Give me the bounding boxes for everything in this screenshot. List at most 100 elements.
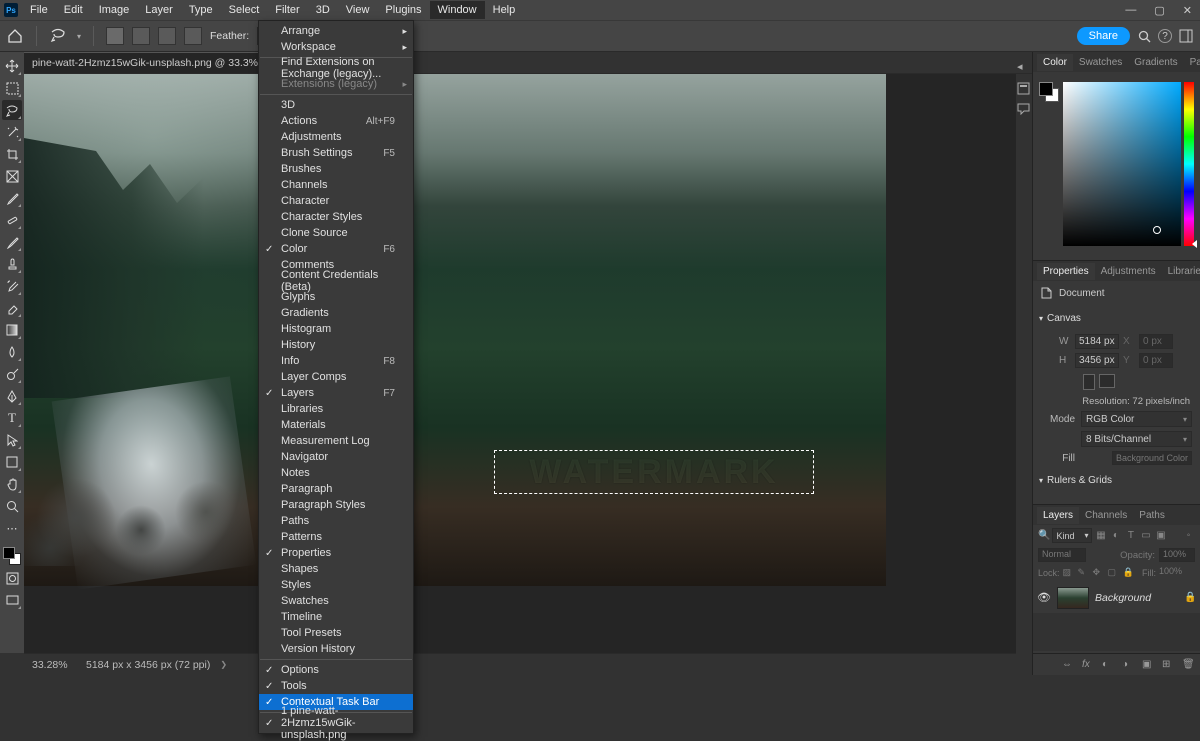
menu-tool-presets[interactable]: Tool Presets [259,625,413,641]
menu-content-credentials-beta-[interactable]: Content Credentials (Beta) [259,273,413,289]
menu-patterns[interactable]: Patterns [259,529,413,545]
landscape-button[interactable] [1099,374,1115,388]
tab-paths[interactable]: Paths [1133,507,1171,524]
menu-timeline[interactable]: Timeline [259,609,413,625]
lock-pos-icon[interactable]: ✥ [1093,567,1105,579]
height-input[interactable] [1075,353,1119,368]
search-icon[interactable] [1136,28,1152,44]
gradient-tool[interactable] [2,320,22,340]
share-button[interactable]: Share [1077,27,1130,45]
tab-gradients[interactable]: Gradients [1128,54,1183,71]
maximize-icon[interactable]: ▢ [1154,4,1164,17]
filter-type-icon[interactable]: T [1124,529,1137,542]
crop-tool[interactable] [2,144,22,164]
menu-character[interactable]: Character [259,193,413,209]
menu-navigator[interactable]: Navigator [259,449,413,465]
lasso-tool-icon[interactable] [49,26,69,46]
menu-paragraph[interactable]: Paragraph [259,481,413,497]
menu-file[interactable]: File [22,1,56,19]
brush-tool[interactable] [2,232,22,252]
comments-panel-icon[interactable] [1017,102,1031,116]
menu-filter[interactable]: Filter [267,1,307,19]
tab-adjustments[interactable]: Adjustments [1095,263,1162,280]
tab-patterns[interactable]: Patterns [1184,54,1200,71]
menu-type[interactable]: Type [181,1,221,19]
menu-clone-source[interactable]: Clone Source [259,225,413,241]
layer-thumbnail[interactable] [1057,587,1089,609]
tab-swatches[interactable]: Swatches [1073,54,1128,71]
quickmask-icon[interactable] [2,568,22,588]
fill-button[interactable]: Background Color [1112,451,1192,465]
move-tool[interactable] [2,56,22,76]
menu-plugins[interactable]: Plugins [377,1,429,19]
lock-icon[interactable]: 🔒 [1184,592,1196,604]
workspace-icon[interactable] [1178,28,1194,44]
layer-item[interactable]: 👁 Background 🔒 [1033,583,1200,613]
color-mode-select[interactable]: RGB Color▾ [1081,411,1192,427]
menu-gradients[interactable]: Gradients [259,305,413,321]
menu-help[interactable]: Help [485,1,524,19]
selection-new-button[interactable] [106,27,124,45]
menu-shapes[interactable]: Shapes [259,561,413,577]
menu-workspace[interactable]: Workspace [259,39,413,55]
menu-channels[interactable]: Channels [259,177,413,193]
status-menu-icon[interactable]: ❯ [220,660,227,669]
portrait-button[interactable] [1083,374,1095,390]
pen-tool[interactable] [2,386,22,406]
link-layers-icon[interactable]: ⇔ [1062,659,1074,671]
marquee-tool[interactable] [2,78,22,98]
lock-trans-icon[interactable]: ▨ [1063,567,1075,579]
menu-view[interactable]: View [338,1,378,19]
stamp-tool[interactable] [2,254,22,274]
filter-shape-icon[interactable]: ▭ [1139,529,1152,542]
shape-tool[interactable] [2,452,22,472]
rulers-section-header[interactable]: ▾Rulers & Grids [1033,471,1200,490]
more-tools-icon[interactable]: ⋯ [2,518,22,538]
heal-tool[interactable] [2,210,22,230]
blur-tool[interactable] [2,342,22,362]
path-select-tool[interactable] [2,430,22,450]
menu-adjustments[interactable]: Adjustments [259,129,413,145]
menu-version-history[interactable]: Version History [259,641,413,657]
mask-icon[interactable]: ◐ [1102,659,1114,671]
fill-input[interactable]: 100% [1159,566,1195,579]
tab-layers[interactable]: Layers [1037,507,1079,524]
menu-actions[interactable]: ActionsAlt+F9 [259,113,413,129]
hand-tool[interactable] [2,474,22,494]
menu-extensions-legacy[interactable]: Extensions (legacy) [259,76,413,92]
zoom-level[interactable]: 33.28% [32,659,76,671]
menu-libraries[interactable]: Libraries [259,401,413,417]
menu-options[interactable]: ✓Options [259,662,413,678]
adjustment-icon[interactable]: ◑ [1122,659,1134,671]
menu-select[interactable]: Select [221,1,268,19]
visibility-icon[interactable]: 👁 [1037,591,1051,605]
type-tool[interactable]: T [2,408,22,428]
filter-toggle-icon[interactable]: ◦ [1182,529,1195,542]
menu-swatches[interactable]: Swatches [259,593,413,609]
menu-paragraph-styles[interactable]: Paragraph Styles [259,497,413,513]
blend-mode-select[interactable]: Normal [1038,548,1086,562]
help-icon[interactable]: ? [1158,29,1172,43]
zoom-tool[interactable] [2,496,22,516]
menu-color[interactable]: ✓ColorF6 [259,241,413,257]
menu-window[interactable]: Window [430,1,485,19]
lock-nest-icon[interactable]: ▢ [1108,567,1120,579]
group-icon[interactable]: ▣ [1142,659,1154,671]
history-brush-tool[interactable] [2,276,22,296]
menu-glyphs[interactable]: Glyphs [259,289,413,305]
filter-smart-icon[interactable]: ▣ [1154,529,1167,542]
delete-icon[interactable]: 🗑 [1182,659,1194,671]
menu-brushes[interactable]: Brushes [259,161,413,177]
filter-kind-select[interactable]: Kind▾ [1052,528,1092,543]
menu-layer-comps[interactable]: Layer Comps [259,369,413,385]
expand-icon[interactable]: ◂ [1017,60,1031,74]
frame-tool[interactable] [2,166,22,186]
chevron-down-icon[interactable]: ▾ [77,32,81,41]
history-panel-icon[interactable] [1017,82,1031,96]
menu-notes[interactable]: Notes [259,465,413,481]
menu-tools[interactable]: ✓Tools [259,678,413,694]
selection-intersect-button[interactable] [184,27,202,45]
menu-measurement-log[interactable]: Measurement Log [259,433,413,449]
eyedropper-tool[interactable] [2,188,22,208]
screenmode-icon[interactable] [2,590,22,610]
